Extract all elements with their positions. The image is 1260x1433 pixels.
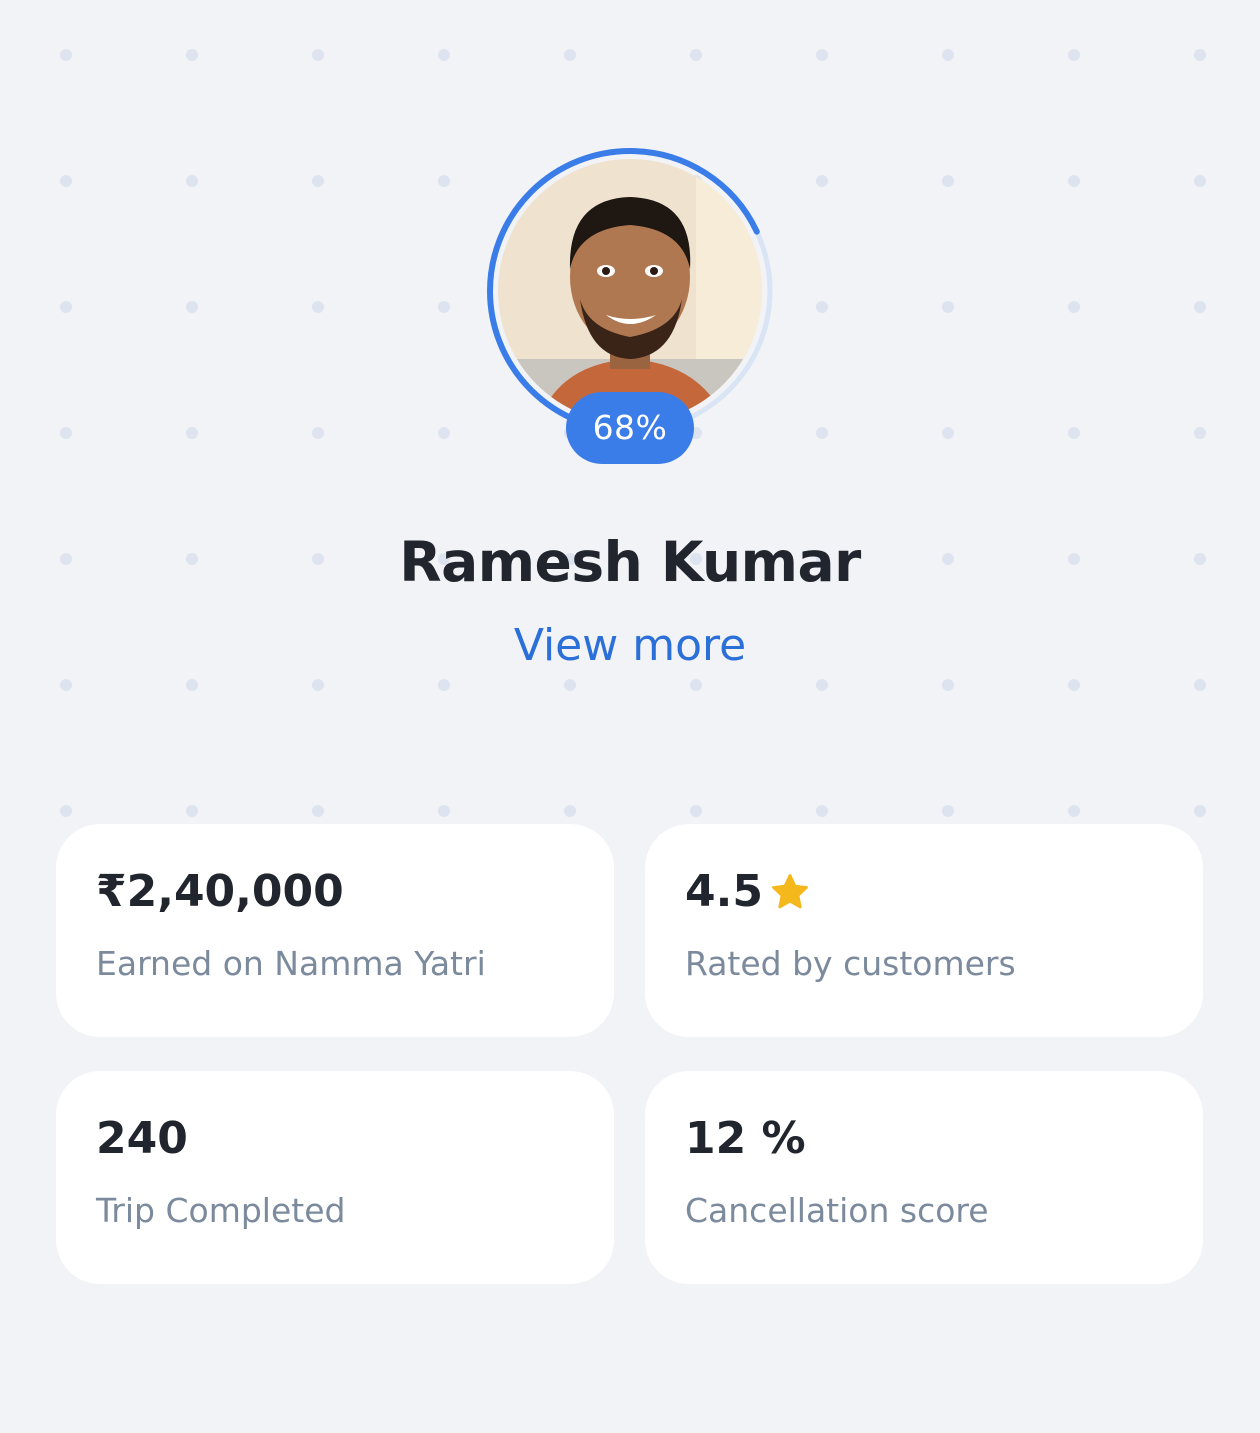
cancellation-value: 12 %	[685, 1113, 806, 1164]
earnings-label: Earned on Namma Yatri	[96, 944, 486, 983]
stat-card-earnings: ₹2,40,000 Earned on Namma Yatri	[56, 824, 614, 1037]
stat-card-trips: 240 Trip Completed	[56, 1071, 614, 1284]
stat-card-cancellation: 12 % Cancellation score	[645, 1071, 1203, 1284]
rating-value: 4.5	[685, 866, 763, 917]
trips-label: Trip Completed	[96, 1191, 346, 1230]
stat-card-rating: 4.5 Rated by customers	[645, 824, 1203, 1037]
avatar-photo	[498, 159, 762, 423]
profile-completion-badge: 68%	[566, 392, 694, 464]
view-more-link[interactable]: View more	[0, 620, 1260, 671]
star-icon	[772, 873, 808, 908]
trips-value: 240	[96, 1113, 188, 1164]
rating-value-row: 4.5	[685, 866, 811, 917]
profile-avatar-with-progress[interactable]: 68%	[484, 145, 776, 464]
earnings-value: ₹2,40,000	[96, 866, 344, 917]
rating-label: Rated by customers	[685, 944, 1016, 983]
driver-name: Ramesh Kumar	[399, 530, 861, 594]
cancellation-label: Cancellation score	[685, 1191, 989, 1230]
